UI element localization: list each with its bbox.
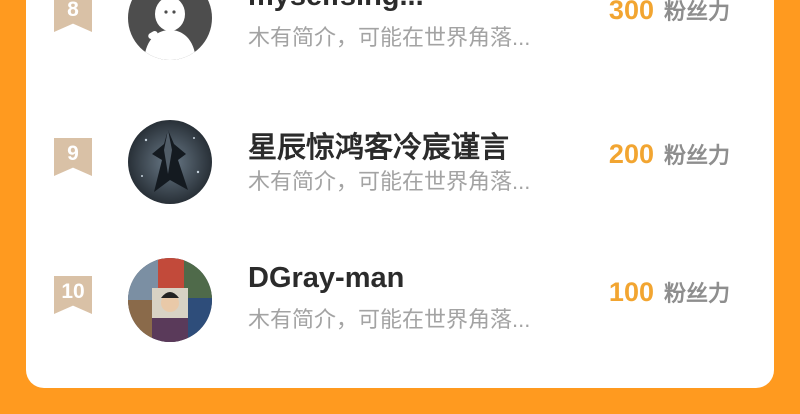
fans-score: 100 粉丝力: [609, 276, 730, 308]
user-description: 木有简介，可能在世界角落...: [248, 307, 531, 332]
ranking-row[interactable]: 10 DGray-man 木有简介，可能在世界角落... 100 粉丝力: [26, 252, 774, 348]
user-name[interactable]: 星辰惊鸿客冷宸谨言: [248, 124, 509, 166]
user-description: 木有简介，可能在世界角落...: [248, 25, 531, 50]
fans-score: 300 粉丝力: [609, 0, 730, 26]
colorful-anime-avatar-icon: [128, 258, 212, 342]
rank-badge: 8: [54, 0, 92, 32]
ranking-card: 8 myselfsing... 木有简介，可能在世界角落... 300 粉丝力 9: [26, 0, 774, 388]
fans-count: 300: [608, 0, 654, 25]
default-avatar-icon: [128, 0, 212, 60]
fans-label: 粉丝力: [663, 143, 730, 168]
fans-label: 粉丝力: [663, 281, 730, 306]
avatar[interactable]: [128, 258, 212, 342]
user-description: 木有简介，可能在世界角落...: [248, 169, 531, 194]
avatar[interactable]: [128, 120, 212, 204]
fans-score: 200 粉丝力: [609, 138, 730, 170]
avatar[interactable]: [128, 0, 212, 60]
user-name[interactable]: myselfsing...: [248, 0, 424, 13]
ranking-row[interactable]: 8 myselfsing... 木有简介，可能在世界角落... 300 粉丝力: [26, 0, 774, 66]
rank-badge: 9: [54, 138, 92, 176]
fans-count: 100: [608, 277, 654, 307]
ranking-row[interactable]: 9 星辰惊鸿客冷宸谨言 木有简介，可能在世界角落... 200 粉丝力: [26, 114, 774, 210]
dark-figure-avatar-icon: [128, 120, 212, 204]
rank-badge: 10: [54, 276, 92, 314]
fans-count: 200: [608, 139, 654, 169]
user-name[interactable]: DGray-man: [248, 262, 404, 295]
fans-label: 粉丝力: [663, 0, 730, 24]
